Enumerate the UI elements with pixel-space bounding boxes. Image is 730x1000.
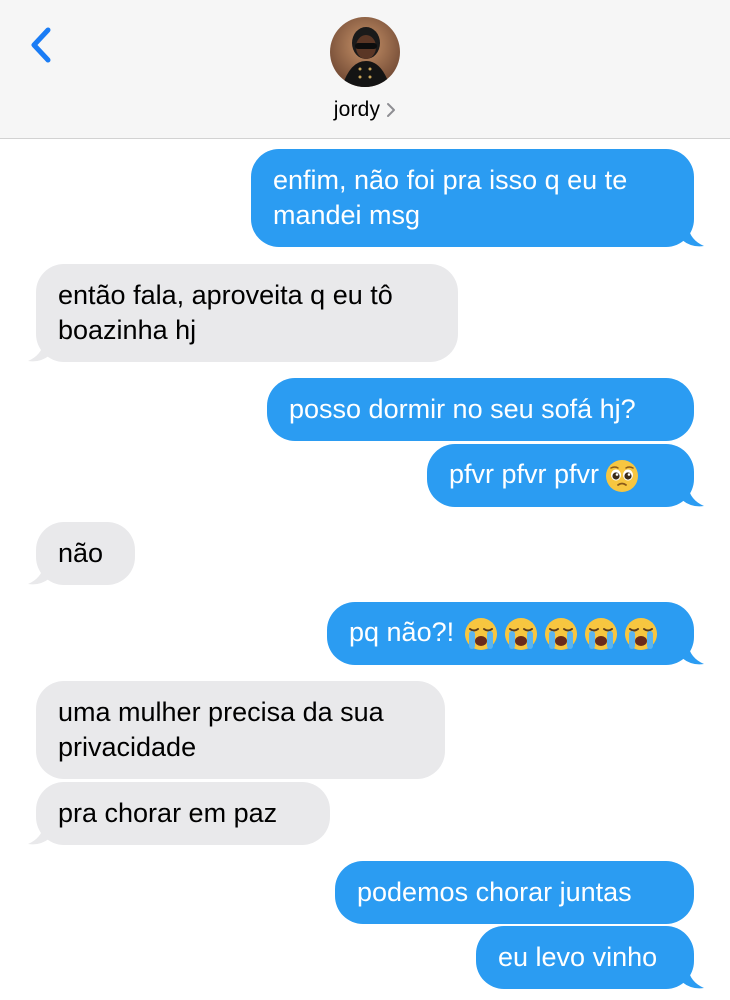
message-text: não [58,538,104,568]
received-message[interactable]: não [36,522,135,585]
message-text: mandei msg [273,200,421,230]
message-text: então fala, aproveita q eu tô [58,280,393,310]
sent-message[interactable]: posso dormir no seu sofá hj? [267,378,694,441]
contact-name: jordy [333,98,381,121]
loudly-crying-face-emoji-icon [625,617,658,650]
message-text: pra chorar em paz [58,798,278,828]
emoji-group [458,617,658,650]
message-text: podemos chorar juntas [357,877,632,907]
received-bubble-tail [28,824,50,845]
message-text: pfvr pfvr pfvr [449,459,600,489]
message-text: uma mulher precisa da sua [58,697,384,727]
contact-name-button[interactable]: jordy [300,92,430,128]
message-text: pq não?! [349,617,455,647]
sent-message[interactable]: eu levo vinho [476,926,694,989]
loudly-crying-face-emoji-icon [545,617,578,650]
received-message[interactable]: então fala, aproveita q eu tô boazinha h… [36,264,458,362]
sent-message[interactable]: pfvr pfvr pfvr [427,444,694,507]
loudly-crying-face-emoji-icon [505,617,538,650]
loudly-crying-face-emoji-icon [465,617,498,650]
sent-bubble-tail [682,644,704,665]
chevron-left-icon [31,27,51,63]
pleading-face-emoji-icon [606,459,639,492]
received-bubble-tail [28,564,50,585]
avatar[interactable] [330,17,400,87]
received-bubble-tail [28,341,50,362]
back-button[interactable] [26,24,56,68]
message-text: enfim, não foi pra isso q eu te [273,165,628,195]
message-text: boazinha hj [58,315,197,345]
sent-bubble-tail [682,486,704,507]
received-message[interactable]: uma mulher precisa da sua privacidade [36,681,445,779]
sent-bubble-tail [682,226,704,247]
sent-message[interactable]: podemos chorar juntas [335,861,694,924]
sent-message[interactable]: enfim, não foi pra isso q eu te mandei m… [251,149,694,247]
sent-message[interactable]: pq não?! [327,602,694,665]
received-message[interactable]: pra chorar em paz [36,782,330,845]
message-text: posso dormir no seu sofá hj? [289,394,636,424]
loudly-crying-face-emoji-icon [585,617,618,650]
message-text: privacidade [58,732,197,762]
conversation-header: jordy [0,0,730,139]
contact-photo [330,17,400,87]
sent-bubble-tail [682,968,704,989]
message-text: eu levo vinho [498,942,658,972]
chevron-right-icon [387,103,396,117]
